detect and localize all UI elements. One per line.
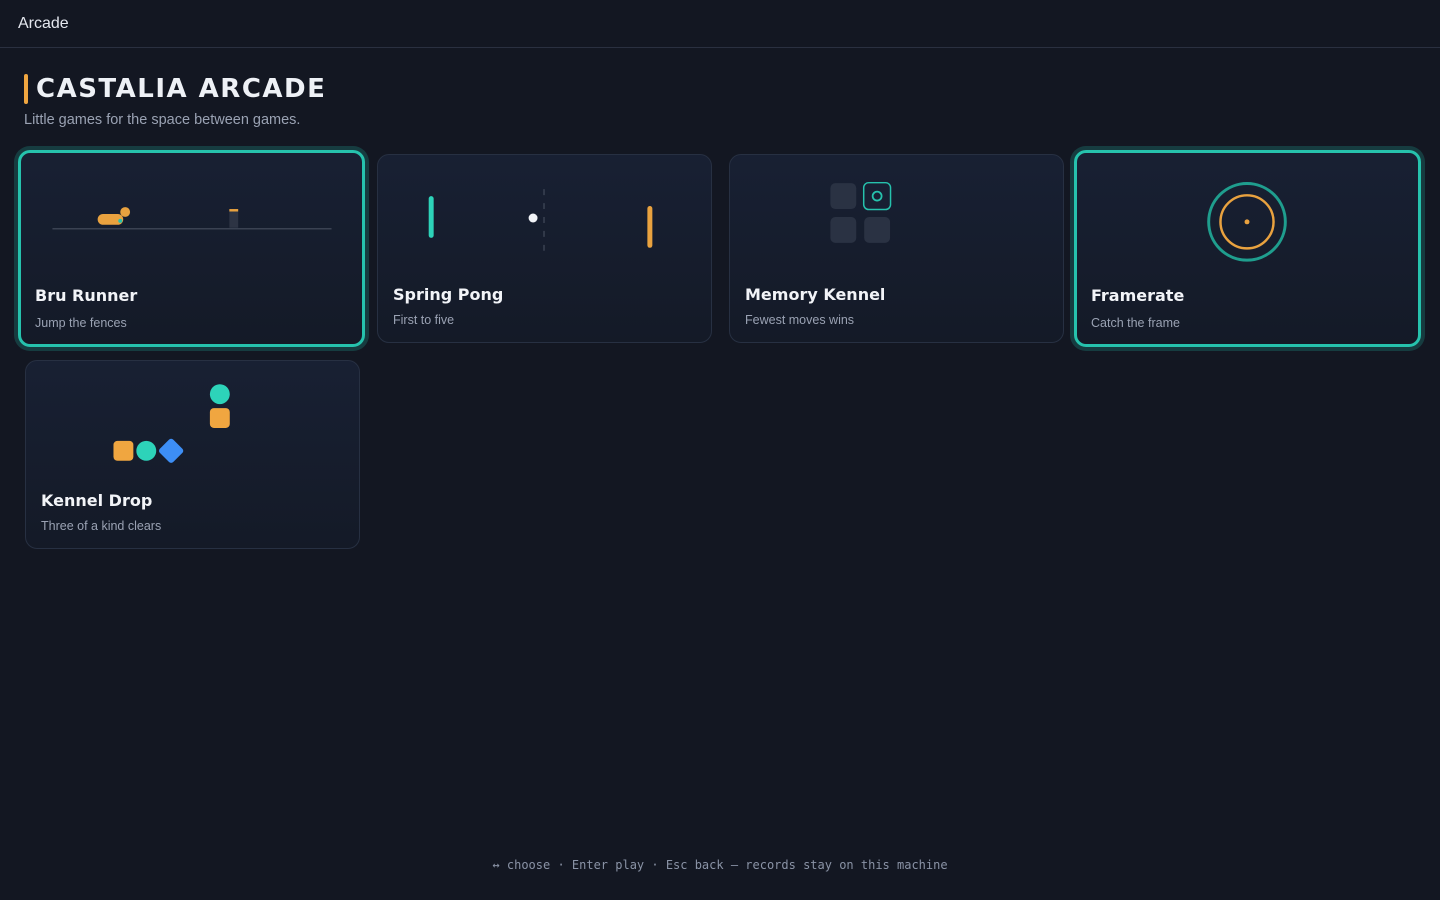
fence-post: [229, 211, 239, 228]
game-title: Memory Kennel: [745, 285, 886, 304]
game-description: Catch the frame: [1091, 316, 1180, 330]
keyboard-hints: ↔ choose · Enter play · Esc back — recor…: [492, 858, 948, 872]
memory-artwork: [830, 181, 892, 243]
left-paddle: [428, 196, 434, 238]
game-card-spring-pong[interactable]: Spring Pong First to five: [377, 154, 712, 343]
game-description: Three of a kind clears: [41, 519, 162, 533]
game-card-memory-kennel[interactable]: Memory Kennel Fewest moves wins: [729, 154, 1064, 343]
pong-artwork: [428, 189, 653, 257]
runner-artwork: [52, 207, 332, 230]
dog-collar: [118, 218, 123, 223]
game-card-bru-runner[interactable]: Bru Runner Jump the fences: [18, 150, 365, 347]
memory-tile-revealed: [862, 181, 892, 211]
game-description: Fewest moves wins: [745, 313, 855, 327]
circle-piece: [136, 440, 157, 461]
page-subtitle: Little games for the space between games…: [24, 112, 301, 128]
game-description: First to five: [393, 313, 455, 327]
pong-ball: [528, 213, 538, 223]
game-card-kennel-drop[interactable]: Kennel Drop Three of a kind clears: [25, 360, 360, 549]
game-card-framerate[interactable]: Framerate Catch the frame: [1074, 150, 1421, 347]
diamond-piece: [159, 438, 184, 463]
memory-tile: [830, 216, 857, 243]
app-title: Arcade: [18, 14, 69, 32]
title-accent-bar: [24, 74, 28, 104]
kennel-drop-artwork: [113, 384, 230, 463]
game-title: Spring Pong: [393, 285, 504, 304]
game-description: Jump the fences: [35, 316, 127, 330]
framerate-artwork: [1207, 182, 1287, 262]
top-bar: Arcade: [0, 0, 1440, 48]
game-title: Framerate: [1091, 286, 1185, 305]
memory-tile: [830, 183, 857, 210]
fence-cap: [229, 209, 239, 212]
title-row: CASTALIA ARCADE: [24, 74, 326, 104]
falling-square-piece: [209, 408, 230, 428]
right-paddle: [647, 206, 653, 248]
game-title: Kennel Drop: [41, 491, 153, 510]
square-piece: [113, 440, 134, 461]
page-title: CASTALIA ARCADE: [36, 74, 327, 104]
falling-circle-piece: [209, 384, 230, 405]
game-title: Bru Runner: [35, 286, 138, 305]
memory-tile: [864, 216, 891, 243]
dog-head: [120, 207, 131, 217]
page-header: CASTALIA ARCADE Little games for the spa…: [24, 74, 326, 128]
target-dot: [1244, 219, 1250, 225]
